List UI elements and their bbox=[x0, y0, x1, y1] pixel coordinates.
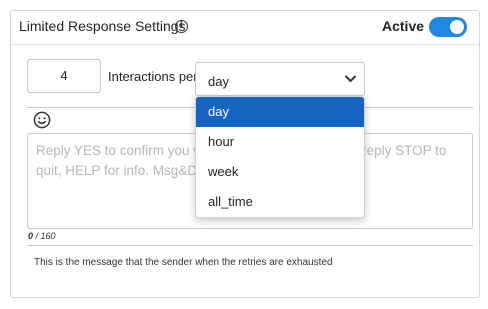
dropdown-option-day[interactable]: day bbox=[196, 97, 364, 127]
divider bbox=[27, 245, 473, 246]
active-toggle[interactable] bbox=[429, 17, 467, 37]
period-dropdown-menu: day hour week all_time bbox=[195, 96, 365, 218]
info-icon[interactable]: i bbox=[175, 20, 188, 33]
dropdown-option-all-time[interactable]: all_time bbox=[196, 187, 364, 217]
toggle-knob bbox=[450, 20, 464, 34]
card-header: Limited Response Settings i Active bbox=[11, 11, 479, 45]
smiley-icon[interactable] bbox=[33, 111, 51, 129]
period-select-value: day bbox=[208, 74, 229, 89]
character-limit: / 160 bbox=[35, 231, 56, 241]
card-title: Limited Response Settings bbox=[19, 18, 186, 34]
character-count: 0 bbox=[28, 231, 34, 241]
active-label: Active bbox=[382, 18, 425, 34]
character-counter: 0 / 160 bbox=[28, 231, 56, 241]
dropdown-option-week[interactable]: week bbox=[196, 157, 364, 187]
interactions-per-label: Interactions per bbox=[108, 69, 198, 84]
period-select[interactable]: day bbox=[195, 62, 365, 96]
dropdown-option-hour[interactable]: hour bbox=[196, 127, 364, 157]
chevron-down-icon bbox=[345, 75, 356, 82]
help-text: This is the message that the sender when… bbox=[34, 257, 333, 268]
interaction-count-input[interactable]: 4 bbox=[27, 59, 101, 93]
